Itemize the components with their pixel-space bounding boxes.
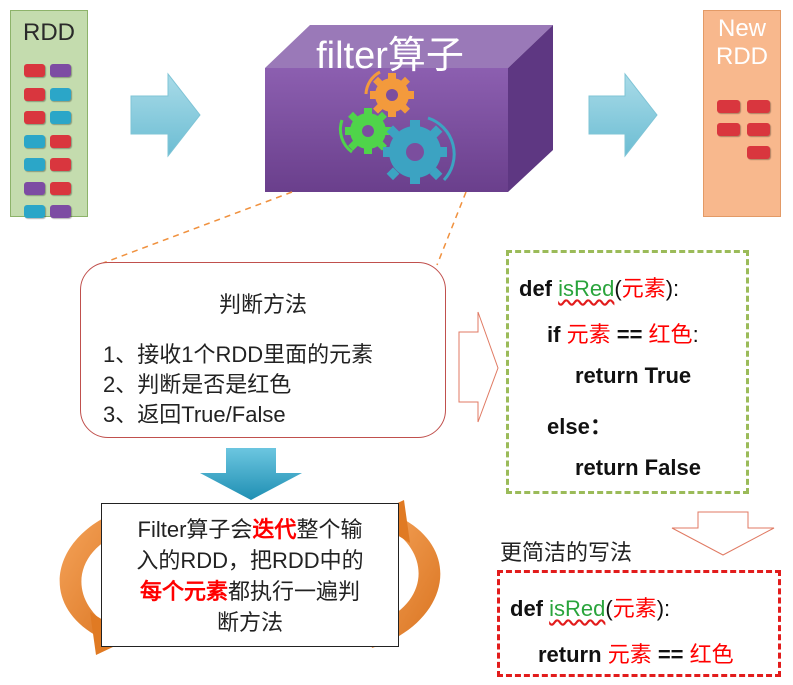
rdd-element-red [24,87,45,101]
rdd-element-blue [24,134,45,148]
code-line-if: if 元素 == 红色: [547,322,699,347]
code-line-def: def isRed(元素): [519,276,680,301]
code-line-else: else： [547,414,612,439]
iterate-text: 断方法 [216,610,283,635]
rdd-element-purple [50,205,71,218]
iterate-line: 断方法 [102,607,398,638]
rdd-element-red [50,158,71,171]
rdd-element-blue [50,87,71,101]
gear-icon [370,73,414,117]
new-rdd-title-line2: RDD [716,43,768,70]
down-arrow-icon [200,448,302,500]
iterate-text: Filter算子会 [137,517,253,542]
iterate-line: 每个元素都执行一遍判 [102,576,398,607]
judge-step: 3、返回True/False [103,402,286,427]
gear-icon [383,120,447,184]
rdd-element-red [747,100,770,113]
iterate-box: Filter算子会迭代整个输 入的RDD，把RDD中的 每个元素都执行一遍判 断… [101,503,399,647]
new-rdd-box: New RDD [703,10,781,217]
iterate-highlight: 每个元素 [139,579,228,604]
code-line-return-false: return False [575,455,701,480]
judge-step: 2、判断是否是红色 [103,372,292,397]
judge-title: 判断方法 [218,292,307,317]
right-arrow-icon [130,72,201,158]
rdd-element-purple [24,181,45,195]
rdd-element-purple [50,64,71,77]
rdd-element-red [747,146,770,159]
rdd-element-red [50,134,71,148]
iterate-text: 整个输 [296,517,363,542]
iterate-line: 入的RDD，把RDD中的 [102,545,398,576]
right-arrow-icon [588,72,658,158]
code-line-return-true: return True [575,363,692,388]
iterate-highlight: 迭代 [252,517,297,542]
hollow-down-arrow-icon [671,511,775,556]
rdd-title: RDD [23,19,75,46]
judge-method-box: 判断方法 1、接收1个RDD里面的元素 2、判断是否是红色 3、返回True/F… [80,262,446,438]
iterate-line: Filter算子会迭代整个输 [102,514,398,545]
iterate-text: 入的RDD，把RDD中的 [136,548,364,573]
iterate-text: 都执行一遍判 [228,579,361,604]
code-line-def: def isRed(元素): [510,596,671,621]
rdd-element-red [24,111,45,124]
code-line-return: return 元素 == 红色 [538,642,734,667]
rdd-element-blue [50,111,71,124]
rdd-element-red [24,64,45,77]
simpler-label: 更简洁的写法 [500,540,633,565]
rdd-element-red [717,100,740,113]
code-full-box: def isRed(元素): if 元素 == 红色: return True … [506,250,749,494]
judge-step: 1、接收1个RDD里面的元素 [103,342,374,367]
hollow-right-arrow-icon [458,311,499,423]
rdd-element-red [50,181,71,195]
code-short-box: def isRed(元素): return 元素 == 红色 [497,570,781,677]
rdd-element-red [747,123,770,136]
rdd-element-blue [24,158,45,171]
rdd-box: RDD [10,10,88,218]
rdd-element-blue [24,205,45,218]
new-rdd-title-line1: New [717,15,766,42]
rdd-element-red [717,123,740,136]
filter-label: filter算子 [316,35,464,77]
